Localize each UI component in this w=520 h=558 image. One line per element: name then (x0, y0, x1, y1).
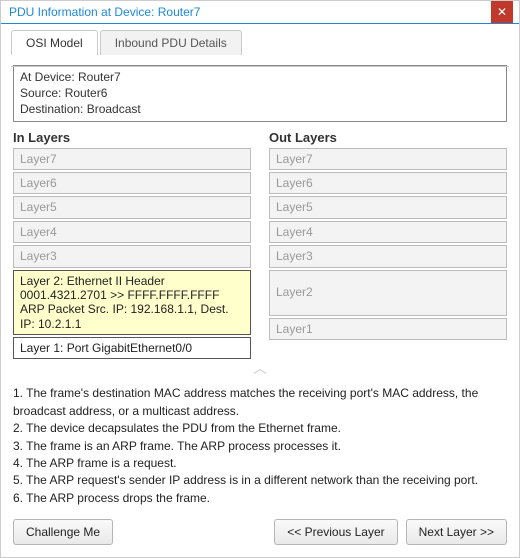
in-layer-4[interactable]: Layer4 (13, 221, 251, 243)
out-layer-5[interactable]: Layer5 (269, 196, 507, 218)
out-layers-column: Out Layers Layer7 Layer6 Layer5 Layer4 L… (269, 130, 507, 362)
in-layers-header: In Layers (13, 130, 251, 145)
desc-line-3: 3. The frame is an ARP frame. The ARP pr… (13, 438, 507, 455)
chevron-up-icon: ︿ (253, 358, 267, 378)
layers-columns: In Layers Layer7 Layer6 Layer5 Layer4 La… (13, 130, 507, 362)
info-at-device: At Device: Router7 (20, 69, 500, 85)
titlebar: PDU Information at Device: Router7 ✕ (1, 1, 519, 24)
out-layer-2[interactable]: Layer2 (269, 270, 507, 316)
in-layer-6[interactable]: Layer6 (13, 172, 251, 194)
desc-line-4: 4. The ARP frame is a request. (13, 455, 507, 472)
in-layer-3[interactable]: Layer3 (13, 245, 251, 267)
tab-content: At Device: Router7 Source: Router6 Desti… (1, 55, 519, 519)
out-layer-7[interactable]: Layer7 (269, 148, 507, 170)
out-layer-4[interactable]: Layer4 (269, 221, 507, 243)
pdu-info-window: PDU Information at Device: Router7 ✕ OSI… (0, 0, 520, 558)
in-layer-5[interactable]: Layer5 (13, 196, 251, 218)
tab-inbound-pdu-details[interactable]: Inbound PDU Details (100, 30, 242, 55)
info-destination: Destination: Broadcast (20, 101, 500, 117)
desc-line-6: 6. The ARP process drops the frame. (13, 490, 507, 507)
out-layers-header: Out Layers (269, 130, 507, 145)
layer-arrow: ︿ (13, 361, 507, 375)
desc-line-5: 5. The ARP request's sender IP address i… (13, 472, 507, 489)
close-button[interactable]: ✕ (491, 1, 513, 23)
desc-line-1: 1. The frame's destination MAC address m… (13, 385, 507, 420)
footer-buttons: Challenge Me << Previous Layer Next Laye… (1, 519, 519, 557)
out-layer-3[interactable]: Layer3 (269, 245, 507, 267)
description-box: 1. The frame's destination MAC address m… (13, 385, 507, 507)
tab-underline (11, 66, 509, 67)
previous-layer-button[interactable]: << Previous Layer (274, 519, 397, 545)
next-layer-button[interactable]: Next Layer >> (406, 519, 507, 545)
close-icon: ✕ (497, 5, 507, 19)
in-layer-2[interactable]: Layer 2: Ethernet II Header 0001.4321.27… (13, 270, 251, 336)
device-info-box: At Device: Router7 Source: Router6 Desti… (13, 65, 507, 122)
out-layer-6[interactable]: Layer6 (269, 172, 507, 194)
info-source: Source: Router6 (20, 85, 500, 101)
in-layers-column: In Layers Layer7 Layer6 Layer5 Layer4 La… (13, 130, 251, 362)
tab-bar: OSI Model Inbound PDU Details (1, 24, 519, 55)
in-layer-1[interactable]: Layer 1: Port GigabitEthernet0/0 (13, 337, 251, 359)
desc-line-2: 2. The device decapsulates the PDU from … (13, 420, 507, 437)
in-layer-7[interactable]: Layer7 (13, 148, 251, 170)
window-title: PDU Information at Device: Router7 (9, 5, 491, 19)
tab-osi-model[interactable]: OSI Model (11, 30, 98, 55)
challenge-me-button[interactable]: Challenge Me (13, 519, 113, 545)
out-layer-1[interactable]: Layer1 (269, 318, 507, 340)
